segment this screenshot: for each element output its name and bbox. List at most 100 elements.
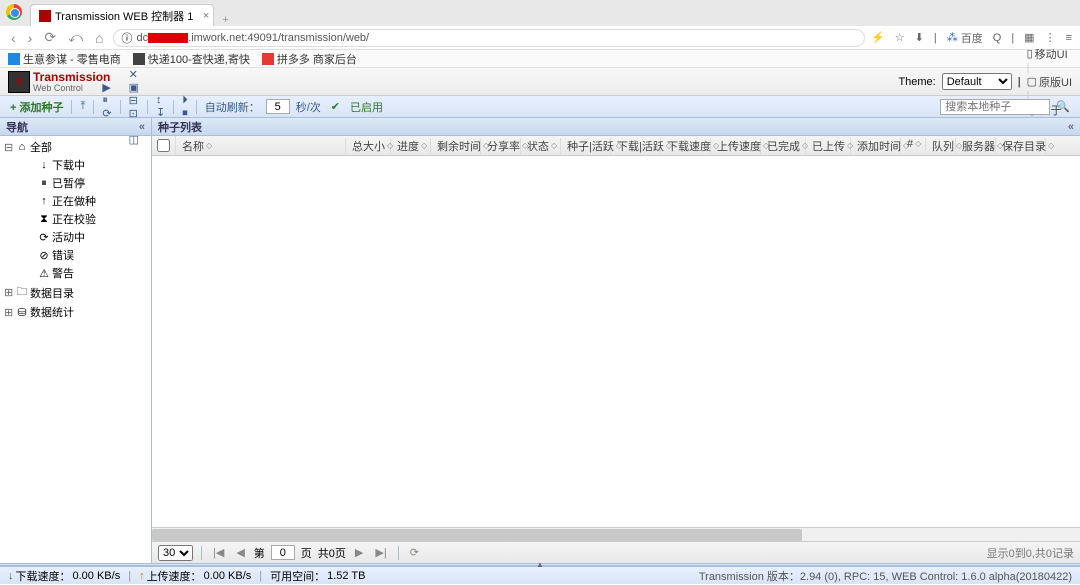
toolbar-button[interactable]: ⊟ <box>125 94 143 107</box>
column-header[interactable]: 剩余时间◇ <box>431 138 481 154</box>
column-header[interactable]: 状态◇ <box>521 138 561 154</box>
prev-page-button[interactable]: ◀ <box>233 546 247 559</box>
grid-header: 名称◇总大小◇进度◇剩余时间◇分享率◇状态◇种子|活跃◇下载|活跃◇下载速度◇上… <box>152 136 1080 156</box>
tree-item[interactable]: ⟳活动中 <box>4 228 147 246</box>
more-icon[interactable]: ⋮ <box>1045 31 1056 44</box>
column-header[interactable]: 分享率◇ <box>481 138 521 154</box>
column-header[interactable]: 队列◇ <box>926 138 956 154</box>
column-header[interactable]: 已上传◇ <box>806 138 851 154</box>
link-icon: ▢ <box>1027 75 1037 88</box>
page-total: 共0页 <box>318 545 346 561</box>
url-text: dc.imwork.net:49091/transmission/web/ <box>137 32 370 44</box>
column-header[interactable]: #◇ <box>901 138 926 150</box>
menu-icon[interactable]: ≡ <box>1066 32 1072 44</box>
sort-icon: ◇ <box>421 141 427 150</box>
search-icon[interactable]: 🔍 <box>1052 100 1074 113</box>
auto-refresh-input[interactable] <box>266 99 290 114</box>
transmission-logo-icon: ⬇ <box>8 71 30 93</box>
add-torrent-button[interactable]: + 添加种子 <box>6 99 67 115</box>
undo-button[interactable]: ⤺ <box>65 29 86 46</box>
tree-toggle-icon[interactable]: ⊟ <box>4 141 14 154</box>
browser-tab[interactable]: Transmission WEB 控制器 1 × <box>30 4 214 26</box>
new-tab-button[interactable]: + <box>214 14 236 26</box>
theme-select[interactable]: Default <box>942 73 1012 90</box>
column-header[interactable]: 保存目录◇ <box>996 138 1046 154</box>
reload-button[interactable]: ⟳ <box>41 29 59 46</box>
home-button[interactable]: ⌂ <box>92 30 106 46</box>
tree-label: 数据目录 <box>30 285 74 301</box>
toolbar-button[interactable]: ▶ <box>98 81 115 94</box>
toolbar-button[interactable]: ↕ <box>152 94 169 106</box>
search-icon[interactable]: Q <box>993 32 1002 44</box>
tree-item[interactable]: ⊟⌂全部 <box>4 138 147 156</box>
back-button[interactable]: ‹ <box>8 30 19 46</box>
tree-item[interactable]: ⊞🗀数据目录 <box>4 282 147 303</box>
bookmark-icon[interactable]: ☆ <box>895 31 905 44</box>
tree-item[interactable]: ⚠警告 <box>4 264 147 282</box>
page-label-post: 页 <box>301 545 312 561</box>
column-header[interactable]: 上传速度◇ <box>711 138 761 154</box>
tree-item[interactable]: ↑正在做种 <box>4 192 147 210</box>
toolbar-button[interactable]: ✕ <box>125 68 143 81</box>
tree-label: 正在做种 <box>52 193 96 209</box>
last-page-button[interactable]: ▶| <box>372 546 389 559</box>
first-page-button[interactable]: |◀ <box>210 546 227 559</box>
baidu-search[interactable]: ⁂ 百度 <box>947 30 983 46</box>
refresh-button[interactable]: ⟳ <box>407 546 422 559</box>
bookmark-item[interactable]: 快递100-查快递,寄快 <box>133 51 250 67</box>
tree-item[interactable]: ↓下载中 <box>4 156 147 174</box>
toolbar-button[interactable]: ▣ <box>125 81 143 94</box>
tree-item[interactable]: ⊞⛁数据统计 <box>4 303 147 321</box>
collapse-nav-icon[interactable]: « <box>139 121 145 133</box>
bookmark-item[interactable]: 生意参谋 - 零售电商 <box>8 51 121 67</box>
url-input[interactable]: ⓘ dc.imwork.net:49091/transmission/web/ <box>113 29 866 47</box>
column-header[interactable]: 已完成◇ <box>761 138 806 154</box>
start-button[interactable]: ⤒ <box>76 100 89 113</box>
column-header[interactable]: 服务器◇ <box>956 138 996 154</box>
column-header[interactable]: 下载速度◇ <box>661 138 711 154</box>
column-header[interactable]: 名称◇ <box>176 138 346 154</box>
horizontal-scrollbar[interactable] <box>152 527 1080 541</box>
browser-tab-bar: Transmission WEB 控制器 1 × + <box>0 0 1080 26</box>
tree-item[interactable]: ⏸已暂停 <box>4 174 147 192</box>
next-page-button[interactable]: ▶ <box>352 546 366 559</box>
forward-button[interactable]: › <box>25 30 36 46</box>
tree-icon: ⌂ <box>16 141 28 153</box>
upload-icon: ↑ <box>139 570 145 582</box>
sep: | <box>1018 76 1021 88</box>
column-header[interactable]: 种子|活跃◇ <box>561 138 611 154</box>
list-panel: 种子列表 « 名称◇总大小◇进度◇剩余时间◇分享率◇状态◇种子|活跃◇下载|活跃… <box>152 118 1080 563</box>
toolbar-button[interactable]: ⏸ <box>98 94 115 107</box>
tree-label: 已暂停 <box>52 175 85 191</box>
column-header[interactable]: 添加时间◇ <box>851 138 901 154</box>
extensions-icon[interactable]: ▦ <box>1024 31 1034 44</box>
tree-item[interactable]: ⧗正在校验 <box>4 210 147 228</box>
site-info-icon[interactable]: ⓘ <box>122 30 133 46</box>
column-header[interactable]: 总大小◇ <box>346 138 391 154</box>
enabled-icon: ✔ <box>327 100 344 113</box>
select-all-checkbox[interactable] <box>157 139 170 152</box>
column-header[interactable]: 进度◇ <box>391 138 431 154</box>
baidu-icon: ⁂ <box>947 31 958 44</box>
collapse-list-icon[interactable]: « <box>1068 121 1074 133</box>
bookmark-label: 拼多多 商家后台 <box>277 51 357 67</box>
tree-icon: ⛁ <box>16 306 28 319</box>
header-link[interactable]: ▢原版UI <box>1027 74 1072 90</box>
tab-close-icon[interactable]: × <box>203 10 209 22</box>
space-label: 可用空间： <box>270 568 325 584</box>
download-icon[interactable]: ⬇ <box>915 31 924 44</box>
toolbar-button[interactable]: ⏵ <box>178 94 192 107</box>
bookmark-item[interactable]: 拼多多 商家后台 <box>262 51 357 67</box>
tree-item[interactable]: ⊘错误 <box>4 246 147 264</box>
header-link[interactable]: ▯移动UI <box>1027 46 1072 62</box>
auto-refresh-label: 自动刷新： <box>201 99 264 115</box>
tree-toggle-icon[interactable]: ⊞ <box>4 306 14 319</box>
tab-title: Transmission WEB 控制器 1 <box>55 8 193 24</box>
flash-icon[interactable]: ⚡ <box>871 31 885 44</box>
pager: 30 |◀ ◀ 第 页 共0页 ▶ ▶| ⟳ 显示0到0,共0记录 <box>152 541 1080 563</box>
tree-toggle-icon[interactable]: ⊞ <box>4 286 14 299</box>
search-input[interactable] <box>940 99 1050 115</box>
page-size-select[interactable]: 30 <box>158 545 193 561</box>
column-header[interactable]: 下载|活跃◇ <box>611 138 661 154</box>
page-input[interactable] <box>271 545 295 560</box>
